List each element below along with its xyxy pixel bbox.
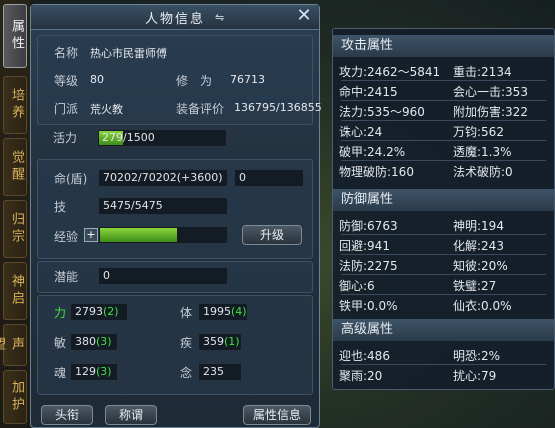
stat-ti-label: 体 — [180, 306, 193, 320]
attribute-detail-panel: 攻击属性 防御属性 高级属性 攻力:2462～5841 重击:2134 命中:241… — [332, 28, 555, 390]
level-value: 80 — [90, 73, 104, 86]
close-icon[interactable]: ✕ — [295, 7, 313, 25]
character-info-panel: 人物信息 ⇋ ✕ 名称 热心市民雷师傅 等级 80 修 为 76713 门派 荒… — [30, 4, 322, 428]
defense-stat-4-1: 仙衣:0.0% — [453, 299, 512, 313]
attack-stat-5-1: 法术破防:0 — [453, 165, 513, 179]
advanced-header: 高级属性 — [333, 319, 554, 341]
attack-stat-0-0: 攻力:2462～5841 — [339, 65, 441, 79]
skill-value: 5475/5475 — [98, 197, 228, 215]
stat-min-label: 敏 — [54, 336, 67, 350]
upgrade-button[interactable]: 升级 — [242, 225, 302, 245]
attack-header: 攻击属性 — [333, 35, 554, 57]
skill-label: 技 — [54, 200, 67, 214]
attack-stat-5-0: 物理破防:160 — [339, 165, 414, 179]
attack-stat-3-0: 诛心:24 — [339, 125, 383, 139]
row-divider — [341, 160, 546, 161]
defense-stat-0-1: 神明:194 — [453, 219, 504, 233]
vitality-bar: 279/1500 — [97, 129, 227, 147]
row-divider — [341, 294, 546, 295]
status-section: 命(盾) 70202/70202(+3600) 0 技 5475/5475 经验… — [37, 159, 313, 259]
hp-value: 70202/70202(+3600) — [98, 169, 228, 187]
row-divider — [341, 120, 546, 121]
defense-stat-3-1: 铁璧:27 — [453, 279, 497, 293]
attack-stat-4-1: 透魔:1.3% — [453, 145, 512, 159]
sect-value: 荒火教 — [90, 103, 123, 116]
defense-stat-0-0: 防御:6763 — [339, 219, 398, 233]
row-divider — [341, 80, 546, 81]
attribute-info-button[interactable]: 属性信息 — [243, 405, 311, 425]
shield-value: 0 — [234, 169, 304, 187]
tab-divine[interactable]: 神启 — [3, 262, 27, 320]
defense-stat-1-1: 化解:243 — [453, 239, 504, 253]
adv-stat-0-0: 迎也:486 — [339, 349, 390, 363]
potential-section: 潜能 0 — [37, 261, 313, 293]
row-divider — [341, 364, 546, 365]
defense-header: 防御属性 — [333, 189, 554, 211]
basic-info-section: 名称 热心市民雷师傅 等级 80 修 为 76713 门派 荒火教 装备评价 1… — [37, 35, 322, 125]
name-value: 热心市民雷师傅 — [90, 47, 167, 60]
swap-icon[interactable]: ⇋ — [215, 11, 224, 24]
exp-bar — [98, 226, 228, 244]
row-divider — [341, 140, 546, 141]
stats-section: 力 2793(2) 体 1995(4) 敏 380(3) 疾 359(1) 魂 … — [37, 295, 313, 395]
stat-ji: 359(1) — [198, 333, 242, 351]
stat-li: 2793(2) — [70, 303, 128, 321]
attack-stat-0-1: 重击:2134 — [453, 65, 512, 79]
exp-fill — [100, 228, 177, 242]
attack-stat-2-0: 法力:535～960 — [339, 105, 425, 119]
stat-nian: 235 — [198, 363, 242, 381]
row-divider — [341, 274, 546, 275]
attack-stat-1-1: 会心一击:353 — [453, 85, 528, 99]
rating-label: 装备评价 — [176, 102, 225, 116]
adv-stat-1-1: 扰心:79 — [453, 369, 497, 383]
attack-stat-3-1: 万钧:562 — [453, 125, 504, 139]
panel-title: 人物信息 — [144, 12, 205, 27]
stat-li-label: 力 — [54, 306, 67, 320]
defense-stat-4-0: 铁甲:0.0% — [339, 299, 398, 313]
side-tab-strip: 属性 培养 觉醒 归宗 神启 声望 加护 — [0, 0, 30, 428]
attack-stat-2-1: 附加伤害:322 — [453, 105, 528, 119]
stat-ji-label: 疾 — [180, 336, 193, 350]
defense-stat-2-0: 法防:2275 — [339, 259, 398, 273]
potential-value: 0 — [98, 267, 228, 285]
xiuwei-label: 修 为 — [176, 74, 213, 88]
potential-label: 潜能 — [54, 270, 79, 284]
row-divider — [341, 100, 546, 101]
stat-hun-label: 魂 — [54, 366, 67, 380]
defense-stat-1-0: 回避:941 — [339, 239, 390, 253]
adv-stat-0-1: 明恐:2% — [453, 349, 501, 363]
row-divider — [341, 254, 546, 255]
tab-return-sect[interactable]: 归宗 — [3, 200, 27, 258]
rating-value: 136795/136855 — [234, 101, 322, 114]
level-label: 等级 — [54, 74, 79, 88]
stat-nian-label: 念 — [180, 366, 193, 380]
stat-ti: 1995(4) — [198, 303, 248, 321]
vitality-value: 279/1500 — [102, 131, 155, 144]
attack-stat-1-0: 命中:2415 — [339, 85, 398, 99]
title-button[interactable]: 头衔 — [41, 405, 93, 425]
exp-plus-button[interactable]: + — [84, 228, 98, 242]
attack-stat-4-0: 破甲:24.2% — [339, 145, 406, 159]
row-divider — [341, 234, 546, 235]
tab-reputation[interactable]: 声望 — [0, 324, 27, 366]
name-label: 名称 — [54, 46, 79, 60]
vitality-label: 活力 — [53, 131, 78, 145]
tab-awaken[interactable]: 觉醒 — [3, 138, 27, 196]
stat-min: 380(3) — [70, 333, 118, 351]
appellation-button[interactable]: 称谓 — [105, 405, 157, 425]
exp-label: 经验 — [54, 230, 79, 244]
defense-stat-2-1: 知彼:20% — [453, 259, 508, 273]
adv-stat-1-0: 聚雨:20 — [339, 369, 383, 383]
tab-attributes[interactable]: 属性 — [3, 4, 27, 68]
defense-stat-3-0: 御心:6 — [339, 279, 375, 293]
title-bar[interactable]: 人物信息 ⇋ ✕ — [31, 5, 319, 30]
hp-label: 命(盾) — [54, 172, 88, 186]
tab-blessing[interactable]: 加护 — [3, 370, 27, 424]
stat-hun: 129(3) — [70, 363, 118, 381]
xiuwei-value: 76713 — [230, 73, 265, 86]
sect-label: 门派 — [54, 102, 79, 116]
tab-cultivate[interactable]: 培养 — [3, 76, 27, 134]
